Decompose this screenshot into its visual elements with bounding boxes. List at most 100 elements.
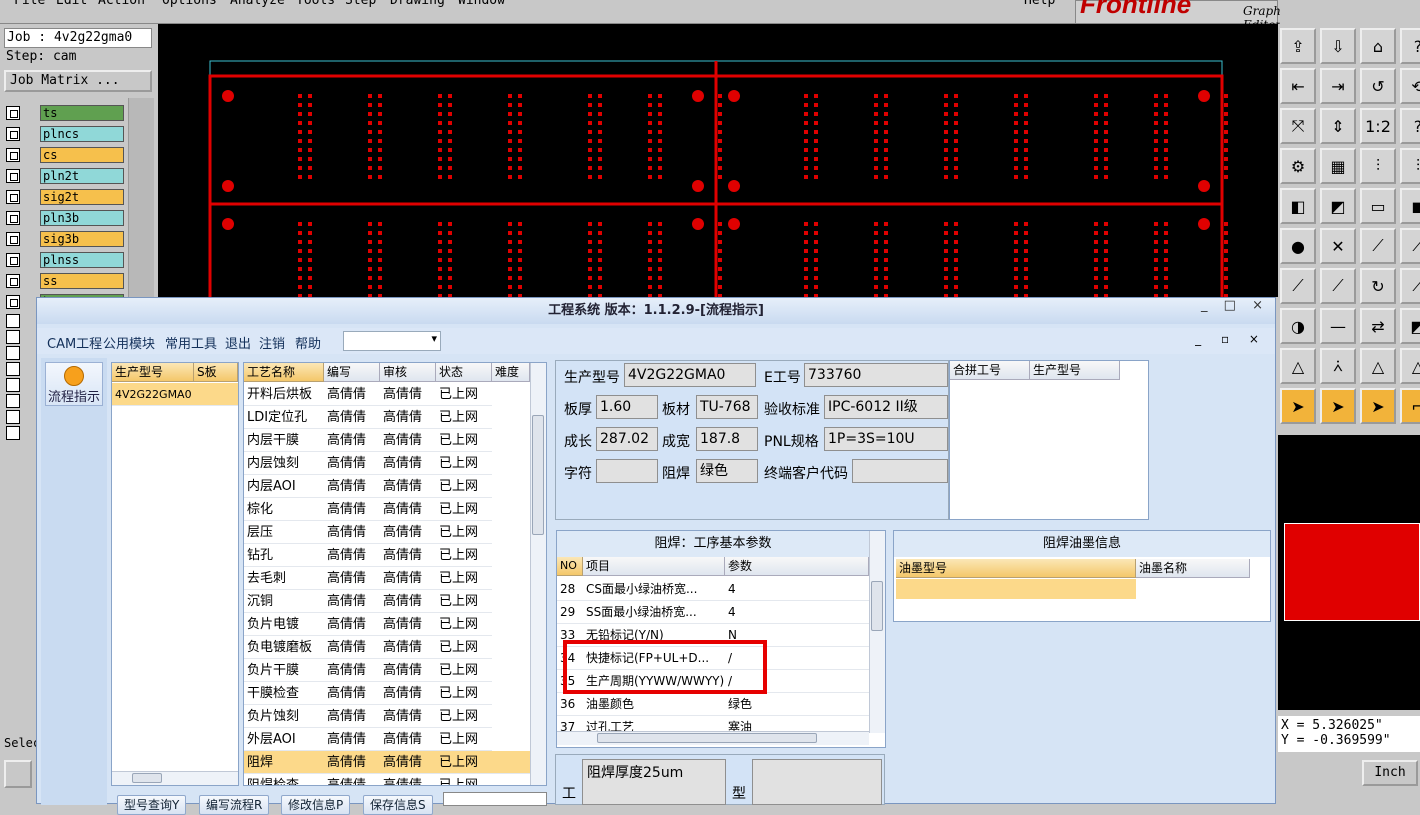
model-grid-hscroll[interactable] [112, 771, 238, 785]
layer-name[interactable]: pln2t [40, 168, 124, 184]
author-cell[interactable]: 高倩倩 [324, 383, 380, 406]
layer-row[interactable]: pln2t [6, 167, 124, 185]
process-name-cell[interactable]: 干膜检查 [244, 682, 324, 705]
thickness-field[interactable]: 1.60 [596, 395, 658, 419]
param-item-cell[interactable]: 油墨颜色 [583, 693, 725, 716]
undo-icon[interactable]: ↺ [1360, 68, 1396, 104]
reviewer-cell[interactable]: 高倩倩 [380, 774, 436, 785]
col-header-status[interactable]: 状态 [436, 363, 492, 382]
layer-name[interactable]: ss [40, 273, 124, 289]
process-name-cell[interactable]: 棕化 [244, 498, 324, 521]
cross-icon[interactable]: ✕ [1320, 228, 1356, 264]
angle-icon[interactable]: ⟋ [1280, 268, 1316, 304]
layer-checkbox[interactable] [6, 362, 20, 376]
col-header-combine-job[interactable]: 合拼工号 [950, 361, 1030, 380]
material-field[interactable]: TU-768 [696, 395, 758, 419]
note-textarea[interactable]: 阻焊厚度25um [582, 759, 726, 805]
process-name-cell[interactable]: 阻焊 [244, 751, 324, 774]
author-cell[interactable]: 高倩倩 [324, 498, 380, 521]
ink-row-selected[interactable] [896, 579, 1136, 599]
menu-common-module[interactable]: 公用模块 [103, 333, 155, 352]
process-name-cell[interactable]: 开料后烘板 [244, 383, 324, 406]
layer-row[interactable]: ss [6, 272, 124, 290]
layer-name[interactable]: sig2t [40, 189, 124, 205]
gear-icon[interactable]: ⚙ [1280, 148, 1316, 184]
layer-checkbox[interactable] [6, 148, 20, 162]
status-cell[interactable]: 已上网 [436, 567, 492, 590]
status-cell[interactable]: 已上网 [436, 429, 492, 452]
author-cell[interactable]: 高倩倩 [324, 774, 380, 785]
layer-name[interactable]: cs [40, 147, 124, 163]
reviewer-cell[interactable]: 高倩倩 [380, 406, 436, 429]
param-value-cell[interactable]: 4 [725, 601, 869, 624]
shape-icon[interactable]: ◩ [1320, 188, 1356, 224]
difficulty-cell[interactable] [492, 751, 530, 774]
author-cell[interactable]: 高倩倩 [324, 728, 380, 751]
menu-action[interactable]: Action [98, 0, 145, 8]
status-cell[interactable]: 已上网 [436, 544, 492, 567]
layer-checkbox[interactable] [6, 410, 20, 424]
param-no-cell[interactable]: 36 [557, 693, 583, 716]
unit-selector[interactable]: Inch [1362, 760, 1418, 786]
customer-code-field[interactable] [852, 459, 948, 483]
status-cell[interactable]: 已上网 [436, 659, 492, 682]
author-cell[interactable]: 高倩倩 [324, 613, 380, 636]
layer-row[interactable]: cs [6, 146, 124, 164]
status-cell[interactable]: 已上网 [436, 475, 492, 498]
rotate-icon[interactable]: ↻ [1360, 268, 1396, 304]
layer-row[interactable]: ts [6, 104, 124, 122]
layer-row[interactable]: plnss [6, 251, 124, 269]
layer-list-scrollbar[interactable] [128, 98, 154, 298]
zoom-vert-icon[interactable]: ⇕ [1320, 108, 1356, 144]
pointer-icon[interactable]: ➤ [1320, 388, 1356, 424]
zoom-fit-icon[interactable]: ⤧ [1280, 108, 1316, 144]
menu-options[interactable]: Options [162, 0, 217, 8]
author-cell[interactable]: 高倩倩 [324, 521, 380, 544]
layer-name[interactable]: ts [40, 105, 124, 121]
col-header-param[interactable]: 参数 [725, 557, 869, 576]
length-field[interactable]: 287.02 [596, 427, 658, 451]
flow-indicator-button[interactable]: 流程指示 [45, 362, 103, 406]
menu-common-tools[interactable]: 常用工具 [165, 333, 217, 352]
menu-help[interactable]: 帮助 [295, 333, 321, 352]
reviewer-cell[interactable]: 高倩倩 [380, 429, 436, 452]
author-cell[interactable]: 高倩倩 [324, 682, 380, 705]
line-icon[interactable]: ⟋ [1400, 228, 1420, 264]
write-flow-button[interactable]: 编写流程R [199, 795, 270, 815]
layer-name[interactable]: plnss [40, 252, 124, 268]
swap-icon[interactable]: ⇄ [1360, 308, 1396, 344]
status-cell[interactable]: 已上网 [436, 521, 492, 544]
layer-name[interactable]: pln3b [40, 210, 124, 226]
author-cell[interactable]: 高倩倩 [324, 429, 380, 452]
module-dropdown[interactable] [343, 331, 441, 351]
triangle-icon[interactable]: △ [1280, 348, 1316, 384]
author-cell[interactable]: 高倩倩 [324, 475, 380, 498]
author-cell[interactable]: 高倩倩 [324, 659, 380, 682]
layer-checkbox[interactable] [6, 394, 20, 408]
param-no-cell[interactable]: 29 [557, 601, 583, 624]
grid-icon[interactable]: ▦ [1320, 148, 1356, 184]
redo-icon[interactable]: ⟲ [1400, 68, 1420, 104]
layer-row[interactable]: sig2t [6, 188, 124, 206]
col-header-combine-model[interactable]: 生产型号 [1030, 361, 1120, 380]
menu-analyze[interactable]: Analyze [230, 0, 285, 8]
process-name-cell[interactable]: 内层AOI [244, 475, 324, 498]
node-icon[interactable]: ● [1280, 228, 1316, 264]
status-cell[interactable]: 已上网 [436, 613, 492, 636]
home-icon[interactable]: ⌂ [1360, 28, 1396, 64]
process-name-cell[interactable]: 层压 [244, 521, 324, 544]
author-cell[interactable]: 高倩倩 [324, 544, 380, 567]
status-cell[interactable]: 已上网 [436, 751, 492, 774]
process-name-cell[interactable]: LDI定位孔 [244, 406, 324, 429]
panel-up-icon[interactable]: ⇪ [1280, 28, 1316, 64]
author-cell[interactable]: 高倩倩 [324, 406, 380, 429]
layer-checkbox[interactable] [6, 106, 20, 120]
acceptance-field[interactable]: IPC-6012 II级 [824, 395, 948, 419]
model-field[interactable]: 4V2G22GMA0 [624, 363, 756, 387]
process-name-cell[interactable]: 内层蚀刻 [244, 452, 324, 475]
line-icon[interactable]: ⟋ [1360, 228, 1396, 264]
reviewer-cell[interactable]: 高倩倩 [380, 567, 436, 590]
process-name-cell[interactable]: 负片蚀刻 [244, 705, 324, 728]
status-cell[interactable]: 已上网 [436, 590, 492, 613]
author-cell[interactable]: 高倩倩 [324, 590, 380, 613]
